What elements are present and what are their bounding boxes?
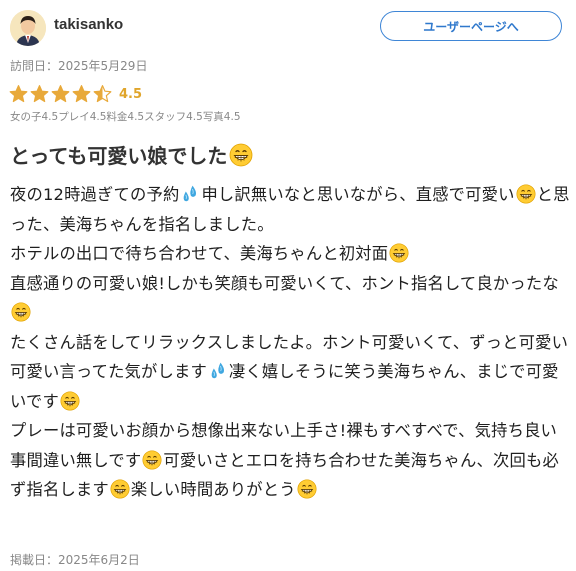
visit-date: 訪問日：2025年5月29日	[10, 59, 148, 73]
review-paragraph: 直感通りの可愛い娘!しかも笑顔も可愛いくて、ホント指名して良かったな	[10, 269, 570, 328]
user-avatar[interactable]	[10, 10, 46, 46]
review-title: とっても可愛い娘でした	[10, 140, 254, 169]
posted-date: 掲載日：2025年6月2日	[10, 553, 140, 567]
sub-rating-item: プレイ4.5	[58, 111, 107, 123]
star-icon	[8, 84, 29, 104]
sub-ratings: 女の子4.5 プレイ4.5 料金4.5 スタッフ4.5 写真4.5	[10, 109, 241, 124]
review-text: 申し訳無いなと思いながら、直感で可愛い	[201, 185, 515, 204]
sub-rating-item: 料金4.5	[106, 111, 145, 123]
sweat-droplets-emoji	[208, 361, 228, 381]
grin-emoji	[516, 184, 536, 204]
review-paragraph: 夜の12時過ぎての予約 申し訳無いなと思いながら、直感で可愛い と思った、美海ちゃん…	[10, 180, 570, 239]
person-avatar-icon	[10, 10, 46, 46]
review-paragraph: ホテルの出口で待ち合わせて、美海ちゃんと初対面	[10, 239, 570, 269]
grin-emoji	[110, 479, 130, 499]
review-text: ホテルの出口で待ち合わせて、美海ちゃんと初対面	[10, 244, 389, 263]
grin-emoji	[60, 391, 80, 411]
star-rating	[8, 84, 113, 104]
grin-emoji	[389, 243, 409, 263]
sub-rating-item: スタッフ4.5	[144, 111, 203, 123]
username[interactable]: takisanko	[54, 16, 123, 33]
sub-rating-item: 女の子4.5	[10, 111, 59, 123]
star-icon	[29, 84, 50, 104]
sweat-droplets-emoji	[180, 184, 200, 204]
review-paragraph: たくさん話をしてリラックスしましたよ。ホント可愛いくて、ずっと可愛い可愛い言って…	[10, 328, 570, 417]
review-card: takisanko ユーザーページへ 訪問日：2025年5月29日 4.5 女の…	[0, 0, 576, 571]
review-text: 楽しい時間ありがとう	[130, 480, 296, 499]
grin-emoji	[11, 302, 31, 322]
review-title-text: とっても可愛い娘でした	[10, 144, 228, 168]
grin-emoji	[297, 479, 317, 499]
star-icon	[71, 84, 92, 104]
star-icon	[50, 84, 71, 104]
grin-emoji	[142, 450, 162, 470]
review-paragraph: プレーは可愛いお顔から想像出来ない上手さ!裸もすべすべで、気持ち良い事間違い無し…	[10, 416, 570, 505]
review-text: 夜の12時過ぎての予約	[10, 185, 180, 204]
sub-rating-item: 写真4.5	[202, 111, 241, 123]
overall-rating: 4.5	[8, 83, 142, 105]
star-icon	[92, 84, 113, 104]
review-header: takisanko ユーザーページへ	[10, 8, 562, 48]
review-body: 夜の12時過ぎての予約 申し訳無いなと思いながら、直感で可愛い と思った、美海ちゃん…	[10, 180, 570, 505]
grin-emoji	[229, 143, 253, 167]
review-text: 直感通りの可愛い娘!しかも笑顔も可愛いくて、ホント指名して良かったな	[10, 273, 559, 293]
user-page-button[interactable]: ユーザーページへ	[380, 11, 562, 41]
rating-value: 4.5	[119, 86, 143, 102]
